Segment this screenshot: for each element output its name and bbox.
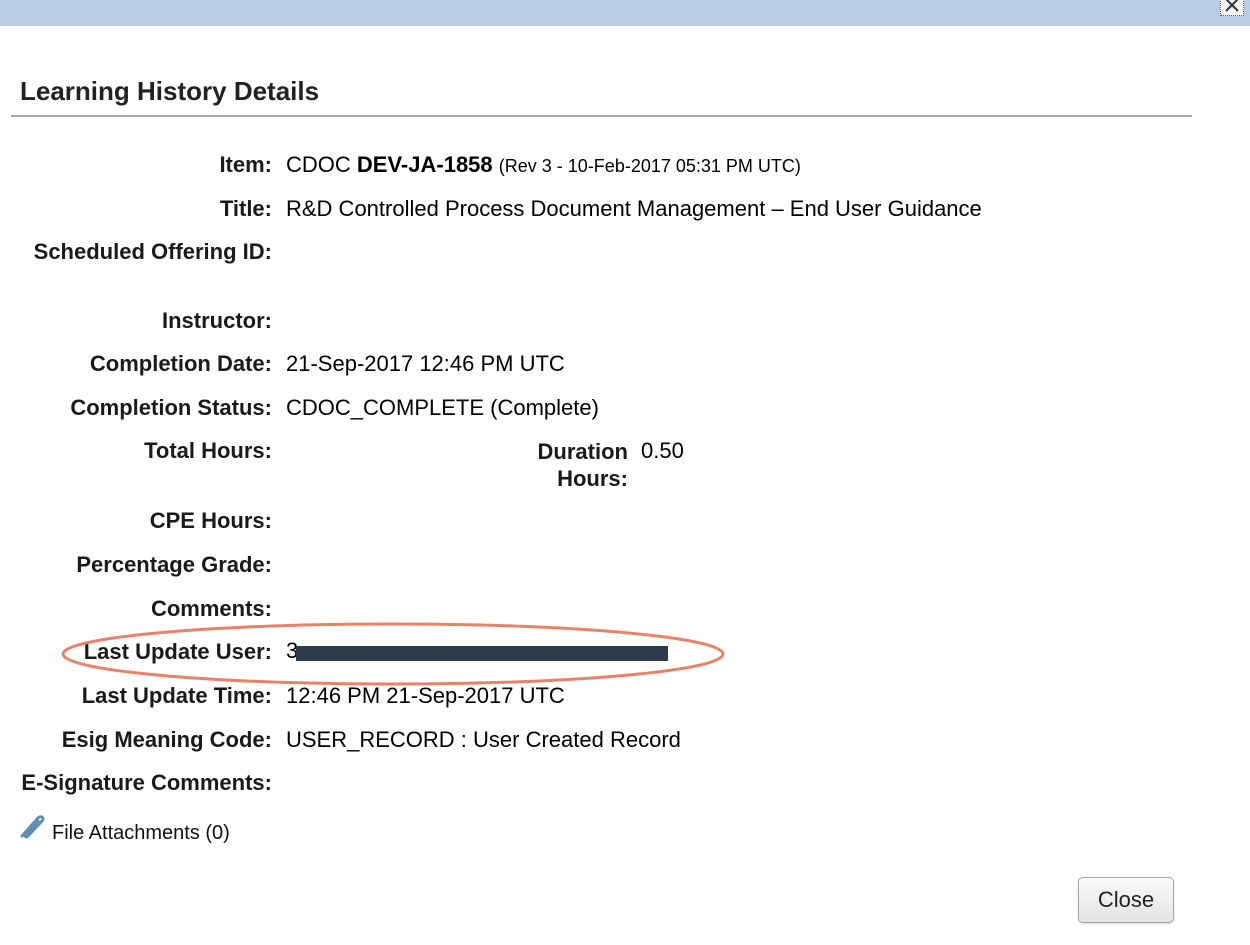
item-label: Item: (219, 152, 272, 177)
page-title: Learning History Details (20, 76, 320, 106)
close-button[interactable]: Close (1078, 877, 1174, 923)
cpe-hours-label: CPE Hours: (149, 508, 272, 533)
completion-date-label: Completion Date: (89, 351, 272, 376)
instructor-label: Instructor: (162, 308, 272, 333)
duration-hours-value: 0.50 (641, 438, 684, 463)
file-attachments-link[interactable]: File Attachments (0) (52, 822, 230, 845)
comments-label: Comments: (150, 596, 272, 621)
title-label: Title: (219, 196, 272, 221)
item-id: DEV-JA-1858 (356, 152, 493, 177)
item-revision: (Rev 3 - 10-Feb-2017 05:31 PM UTC) (498, 156, 801, 176)
title-divider (11, 115, 1192, 117)
window-close-icon[interactable] (1220, 0, 1244, 16)
esig-meaning-value: USER_RECORD : User Created Record (286, 727, 681, 752)
completion-status-label: Completion Status: (70, 395, 272, 420)
percentage-grade-label: Percentage Grade: (76, 552, 272, 577)
scheduled-offering-label: Scheduled Offering ID: (33, 239, 272, 264)
duration-hours-label-line1: Duration (537, 439, 628, 464)
duration-hours-label-line2: Hours: (557, 466, 628, 491)
redaction-bar (296, 646, 668, 661)
completion-date-value: 21-Sep-2017 12:46 PM UTC (286, 351, 565, 376)
esig-comments-label: E-Signature Comments: (21, 770, 272, 795)
paperclip-icon (16, 812, 48, 847)
title-value: R&D Controlled Process Document Manageme… (286, 196, 982, 221)
completion-status-value: CDOC_COMPLETE (Complete) (286, 395, 599, 420)
esig-meaning-label: Esig Meaning Code: (61, 727, 272, 752)
last-update-user-label: Last Update User: (83, 639, 272, 664)
item-type: CDOC (286, 152, 351, 177)
duration-hours-label: Duration Hours: (520, 438, 628, 492)
last-update-time-value: 12:46 PM 21-Sep-2017 UTC (286, 683, 565, 708)
item-value: CDOC DEV-JA-1858 (Rev 3 - 10-Feb-2017 05… (286, 152, 801, 178)
window-title-bar (0, 0, 1250, 26)
last-update-time-label: Last Update Time: (81, 683, 272, 708)
total-hours-label: Total Hours: (144, 438, 272, 463)
